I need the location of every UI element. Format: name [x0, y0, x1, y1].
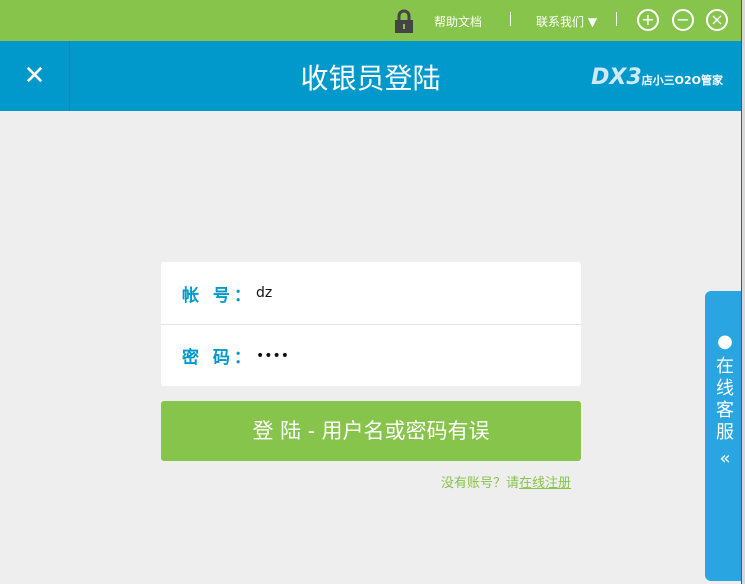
- password-label: 密 码：: [182, 348, 255, 368]
- caret-down-icon: ▼: [587, 15, 598, 29]
- help-docs-link[interactable]: 帮助文档: [434, 13, 482, 30]
- online-support-label: 在线客服: [716, 356, 734, 443]
- login-button[interactable]: 登 陆 - 用户名或密码有误: [161, 401, 581, 461]
- divider: [510, 12, 511, 26]
- register-prompt: 没有账号？请在线注册: [441, 472, 571, 491]
- logo: DX3店小三O2O管家: [591, 65, 723, 90]
- contact-label: 联系我们: [536, 15, 585, 29]
- login-window: 帮助文档 联系我们 ▼ + − × ✕ 收银员登陆 DX3店小三O2O管家 帐 …: [0, 0, 741, 584]
- password-field[interactable]: 密 码： ••••: [161, 324, 581, 386]
- online-support-tab[interactable]: ● 在线客服 «: [705, 291, 741, 581]
- account-field[interactable]: 帐 号： dz: [161, 262, 581, 324]
- header: ✕ 收银员登陆 DX3店小三O2O管家: [0, 41, 741, 111]
- login-form: 帐 号： dz 密 码： ••••: [161, 262, 581, 386]
- password-input[interactable]: ••••: [256, 348, 289, 364]
- minimize-icon[interactable]: −: [672, 9, 694, 31]
- logo-sub: 店小三O2O管家: [641, 74, 723, 87]
- lock-icon[interactable]: [394, 9, 414, 33]
- register-link[interactable]: 在线注册: [519, 476, 571, 491]
- plus-icon[interactable]: +: [637, 9, 659, 31]
- register-text: 没有账号？请: [441, 476, 520, 491]
- account-label: 帐 号：: [182, 285, 255, 306]
- chevron-left-icon: «: [719, 448, 731, 469]
- top-bar: 帮助文档 联系我们 ▼ + − ×: [0, 0, 741, 41]
- window-edge: [741, 0, 745, 584]
- close-icon[interactable]: ×: [706, 9, 728, 31]
- contact-us-menu[interactable]: 联系我们 ▼: [536, 13, 597, 30]
- account-input[interactable]: dz: [256, 285, 272, 301]
- logo-main: DX3: [591, 65, 642, 90]
- qq-icon: ●: [717, 331, 733, 352]
- divider: [616, 12, 617, 26]
